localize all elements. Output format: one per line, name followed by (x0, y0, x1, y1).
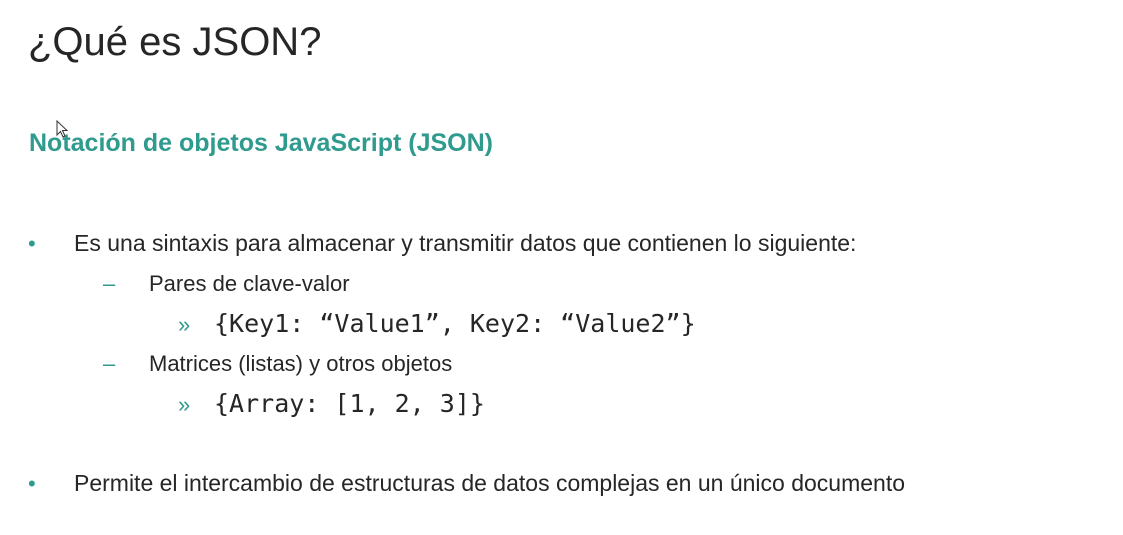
arrow-marker: » (178, 312, 191, 337)
bullet-item: • Es una sintaxis para almacenar y trans… (28, 230, 856, 257)
bullet-marker: • (28, 231, 36, 256)
sub-bullet-item: – Matrices (listas) y otros objetos (103, 351, 452, 377)
slide-subtitle: Notación de objetos JavaScript (JSON) (29, 129, 493, 157)
bullet-text: Es una sintaxis para almacenar y transmi… (74, 230, 857, 256)
code-example: {Array: [1, 2, 3]} (214, 389, 485, 418)
slide-title: ¿Qué es JSON? (28, 20, 322, 64)
sub-bullet-text: Pares de clave-valor (149, 271, 350, 296)
dash-marker: – (103, 351, 116, 376)
code-example: {Key1: “Value1”, Key2: “Value2”} (214, 309, 696, 338)
bullet-text: Permite el intercambio de estructuras de… (74, 470, 906, 496)
mouse-pointer-icon (56, 120, 68, 138)
bullet-item: • Permite el intercambio de estructuras … (28, 470, 905, 497)
slide: ¿Qué es JSON? Notación de objetos JavaSc… (0, 0, 1123, 535)
bullet-marker: • (28, 471, 36, 496)
code-example-item: » {Key1: “Value1”, Key2: “Value2”} (178, 309, 696, 338)
dash-marker: – (103, 271, 116, 296)
sub-bullet-item: – Pares de clave-valor (103, 271, 350, 297)
arrow-marker: » (178, 392, 191, 417)
code-example-item: » {Array: [1, 2, 3]} (178, 389, 485, 418)
sub-bullet-text: Matrices (listas) y otros objetos (149, 351, 453, 376)
